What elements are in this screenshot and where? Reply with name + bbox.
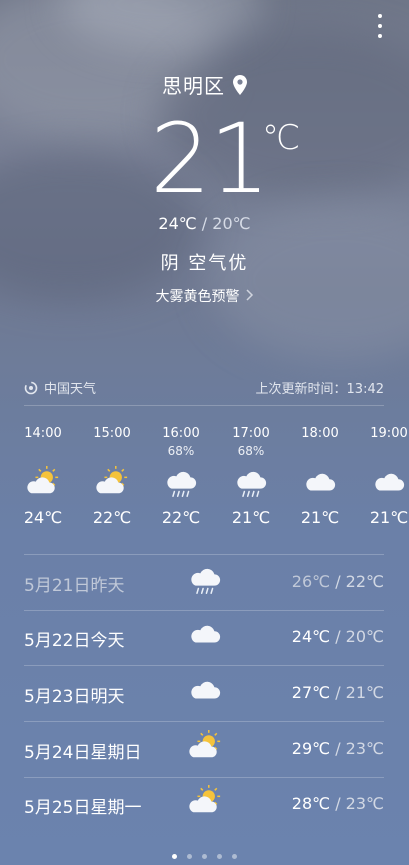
day-label: 5月23日明天 <box>24 687 125 707</box>
daily-row[interactable]: 5月25日星期一 28℃ / 23℃ <box>24 777 384 832</box>
cloud-icon <box>293 466 347 502</box>
current-temperature: 21 <box>150 103 270 215</box>
updated-label: 上次更新时间： <box>255 382 347 397</box>
hour-time: 19:00 <box>370 426 408 441</box>
weather-condition: 阴 空气优 <box>160 253 249 274</box>
hour-temperature: 21℃ <box>231 508 271 527</box>
hour-temperature: 21℃ <box>300 508 340 527</box>
source-name: 中国天气 <box>44 382 97 397</box>
high-temperature: 24℃ <box>158 214 197 233</box>
hour-time: 14:00 <box>24 426 62 441</box>
menu-dot-icon <box>378 14 382 18</box>
hour-temperature: 22℃ <box>92 508 132 527</box>
precip-probability <box>16 444 70 462</box>
chevron-right-icon <box>245 289 254 305</box>
precip-probability: 68% <box>167 444 195 458</box>
partly-cloudy-icon <box>85 466 139 502</box>
rain-cloud-icon <box>224 466 278 502</box>
day-low: 23℃ <box>345 739 384 758</box>
day-low: 23℃ <box>345 794 384 813</box>
day-label: 5月21日昨天 <box>24 576 125 596</box>
precip-probability <box>293 444 347 462</box>
cloud-icon <box>188 618 222 656</box>
page-dot[interactable] <box>232 854 237 859</box>
hourly-item: 15:00 22℃ <box>85 426 139 527</box>
day-high: 24℃ <box>291 627 331 646</box>
hourly-item: 19:00 21℃ <box>362 426 409 527</box>
day-label: 5月25日星期一 <box>24 798 142 818</box>
hour-temperature: 21℃ <box>369 508 409 527</box>
hourly-item: 16:00 68% 22℃ <box>154 426 208 527</box>
weather-source[interactable]: 中国天气 <box>24 378 96 399</box>
hour-time: 15:00 <box>93 426 131 441</box>
cloud-icon <box>188 674 222 712</box>
hour-temperature: 22℃ <box>161 508 201 527</box>
page-indicator[interactable] <box>0 844 409 863</box>
location-name: 思明区 <box>162 74 225 98</box>
daily-row[interactable]: 5月21日昨天 26℃ / 22℃ <box>24 555 384 610</box>
page-dot[interactable] <box>172 854 177 859</box>
partly-cloudy-icon <box>188 730 222 768</box>
precip-probability: 68% <box>237 444 265 458</box>
hourly-item: 18:00 21℃ <box>293 426 347 527</box>
high-low-temperature: 24℃ / 20℃ <box>0 214 409 233</box>
daily-row[interactable]: 5月23日明天 27℃ / 21℃ <box>24 666 384 721</box>
daily-row[interactable]: 5月22日今天 24℃ / 20℃ <box>24 610 384 665</box>
hour-time: 18:00 <box>301 426 339 441</box>
updated-time: 13:42 <box>346 382 384 397</box>
day-temperature-range: 26℃ / 22℃ <box>291 572 384 591</box>
hour-time: 17:00 <box>232 426 270 441</box>
location-title[interactable]: 思明区 <box>0 70 409 100</box>
china-weather-logo-icon <box>24 381 38 399</box>
more-menu-button[interactable] <box>373 14 387 38</box>
day-high: 29℃ <box>291 739 331 758</box>
precip-probability <box>85 444 139 462</box>
divider <box>24 405 384 406</box>
rain-cloud-icon <box>154 466 208 502</box>
day-high: 28℃ <box>291 794 331 813</box>
day-temperature-range: 27℃ / 21℃ <box>291 683 384 702</box>
hour-time: 16:00 <box>162 426 200 441</box>
precip-probability <box>362 444 409 462</box>
page-dot[interactable] <box>217 854 222 859</box>
menu-dot-icon <box>378 34 382 38</box>
day-temperature-range: 24℃ / 20℃ <box>291 627 384 646</box>
rain-cloud-icon <box>188 563 222 601</box>
location-pin-icon <box>233 75 247 100</box>
hourly-item: 17:00 68% 21℃ <box>224 426 278 527</box>
day-low: 20℃ <box>345 627 384 646</box>
last-updated: 上次更新时间：13:42 <box>256 378 384 397</box>
day-low: 22℃ <box>345 572 384 591</box>
day-label: 5月24日星期日 <box>24 743 142 763</box>
partly-cloudy-icon <box>188 785 222 823</box>
low-temperature: 20℃ <box>212 214 251 233</box>
alert-text: 大雾黄色预警 <box>155 289 240 305</box>
temperature-unit: ℃ <box>262 118 301 158</box>
day-label: 5月22日今天 <box>24 631 125 651</box>
source-row: 中国天气 上次更新时间：13:42 <box>24 378 384 399</box>
daily-row[interactable]: 5月24日星期日 29℃ / 23℃ <box>24 722 384 777</box>
high-low-separator: / <box>196 214 213 233</box>
menu-dot-icon <box>378 24 382 28</box>
hourly-item: 14:00 24℃ <box>16 426 70 527</box>
day-temperature-range: 29℃ / 23℃ <box>291 739 384 758</box>
cloud-icon <box>362 466 409 502</box>
day-high: 27℃ <box>291 683 331 702</box>
day-high: 26℃ <box>291 572 331 591</box>
page-dot[interactable] <box>202 854 207 859</box>
weather-alert[interactable]: 大雾黄色预警 <box>0 286 409 306</box>
day-low: 21℃ <box>345 683 384 702</box>
day-temperature-range: 28℃ / 23℃ <box>291 794 384 813</box>
partly-cloudy-icon <box>16 466 70 502</box>
page-dot[interactable] <box>187 854 192 859</box>
hour-temperature: 24℃ <box>23 508 63 527</box>
